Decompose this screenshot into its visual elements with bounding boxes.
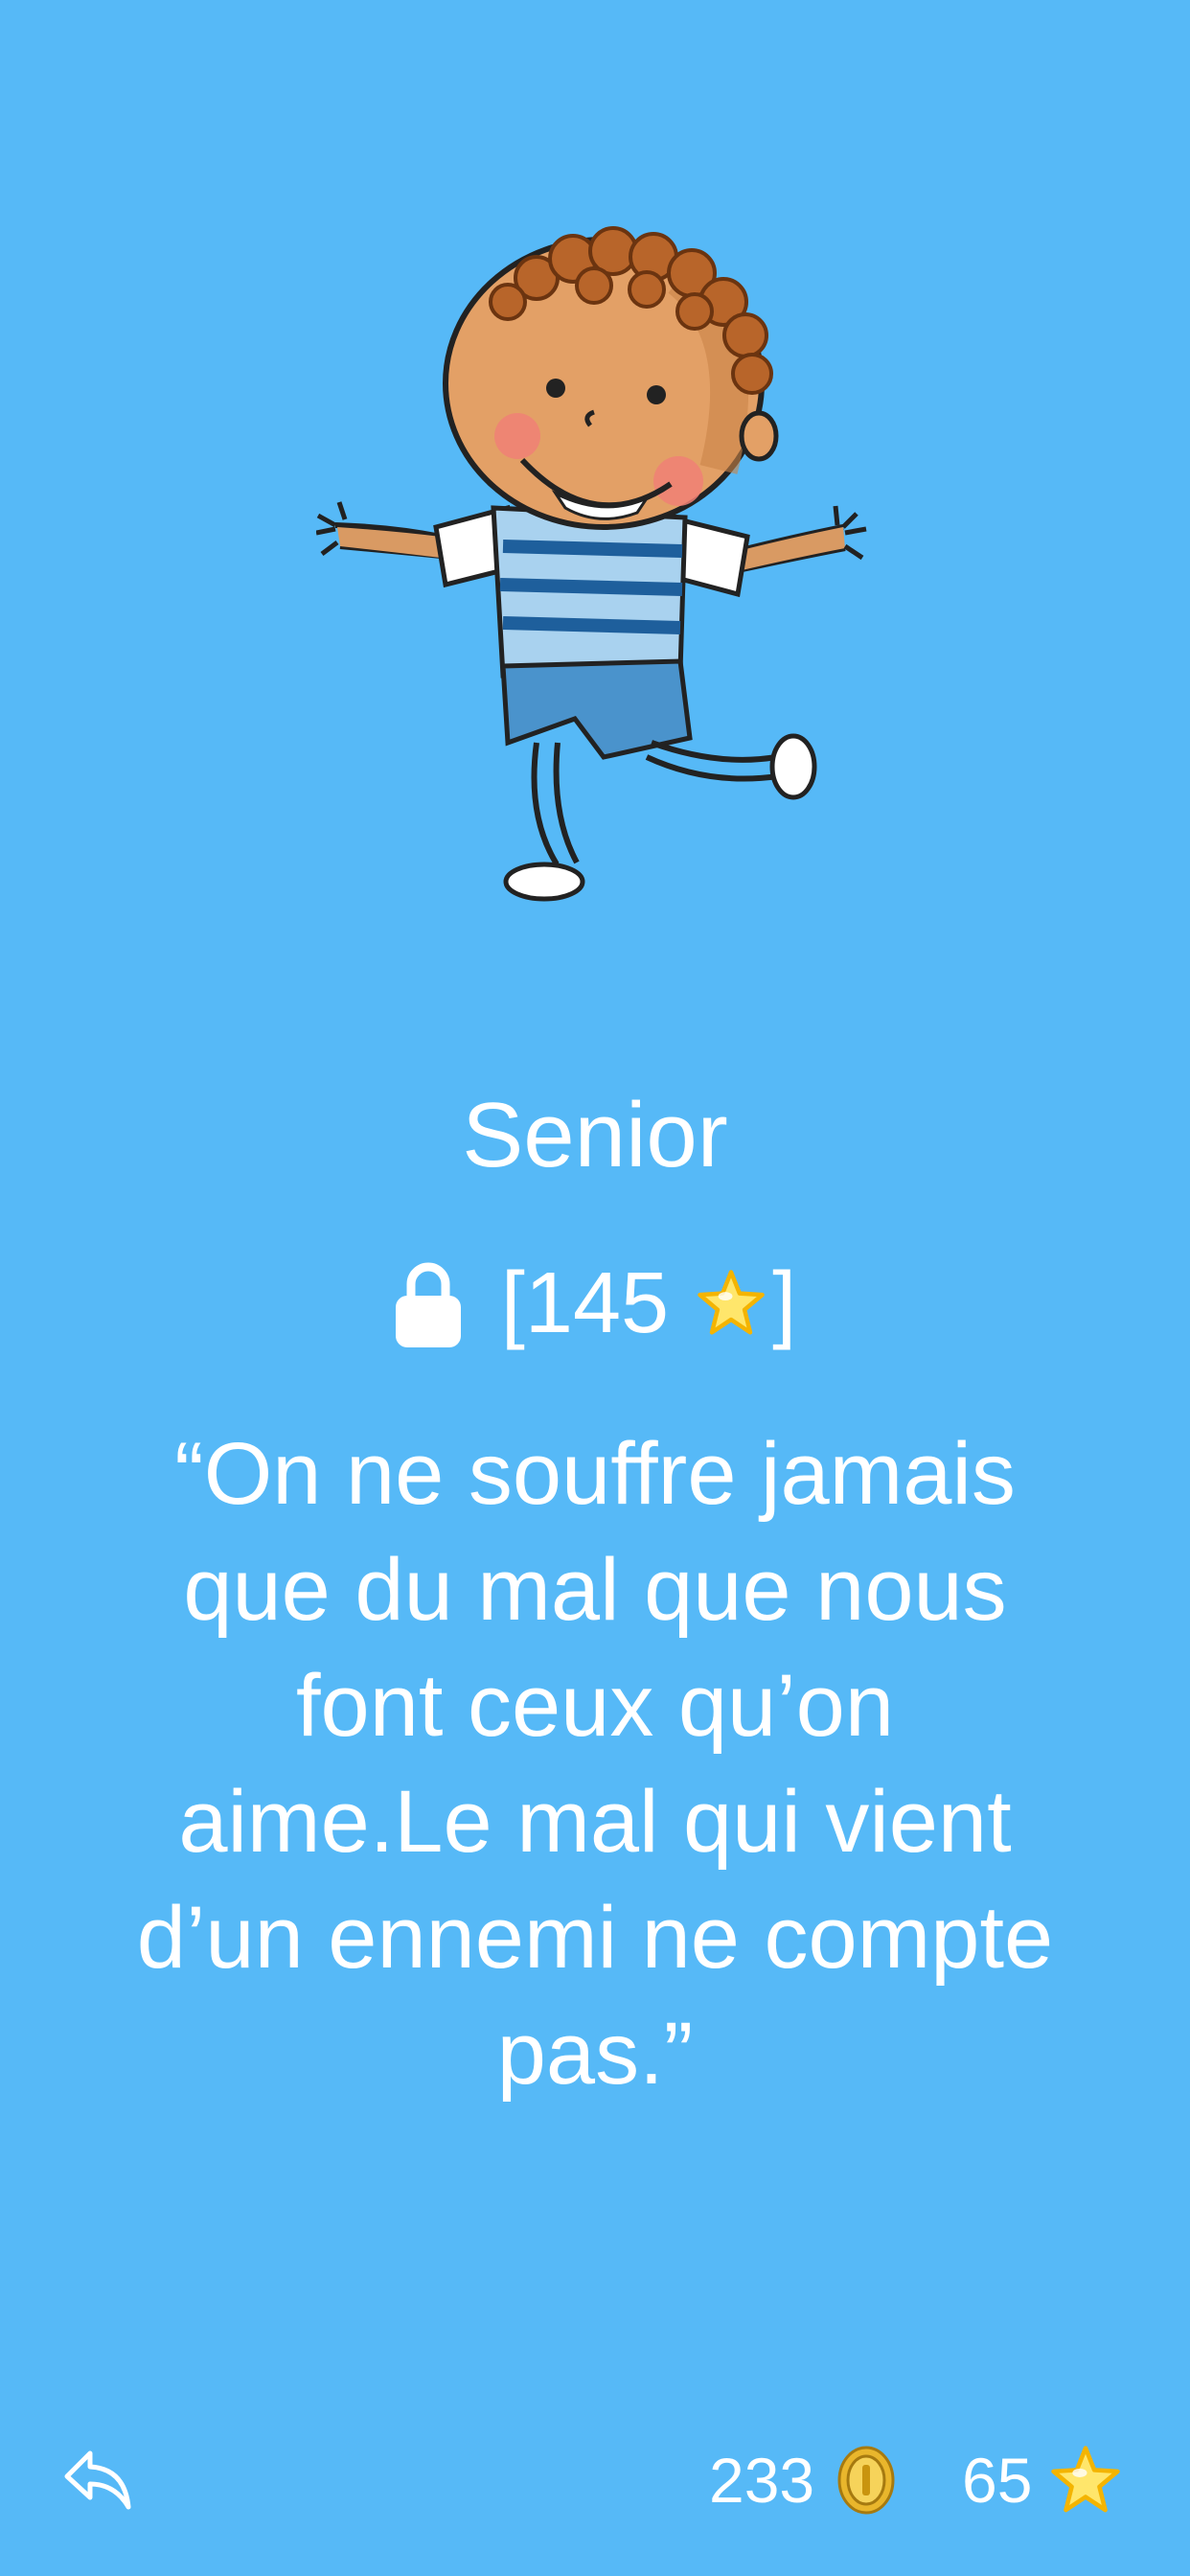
- lock-icon: [395, 1262, 461, 1347]
- unlock-cost-close: ]: [772, 1255, 797, 1351]
- coin-count: 233: [709, 2445, 815, 2516]
- star-count: 65: [962, 2445, 1033, 2516]
- star-balance: 65: [962, 2442, 1122, 2518]
- level-title: Senior: [462, 1084, 728, 1186]
- bottom-bar: 233 65: [0, 2425, 1190, 2540]
- unlock-cost-value: [145: [500, 1255, 670, 1351]
- gold-coin-icon: [837, 2446, 895, 2515]
- character-illustration: [316, 226, 867, 902]
- unlock-cost[interactable]: [145 ]: [0, 1246, 1190, 1361]
- star-icon: [1051, 2446, 1121, 2513]
- reply-arrow-icon[interactable]: [61, 2444, 134, 2517]
- coin-balance: 233: [709, 2442, 895, 2518]
- quote-text: “On ne souffre jamais que du mal que nou…: [136, 1425, 1054, 2103]
- level-screen: Senior [145 ] “On ne souffre jamais que …: [0, 0, 1190, 2576]
- star-icon: [698, 1270, 765, 1335]
